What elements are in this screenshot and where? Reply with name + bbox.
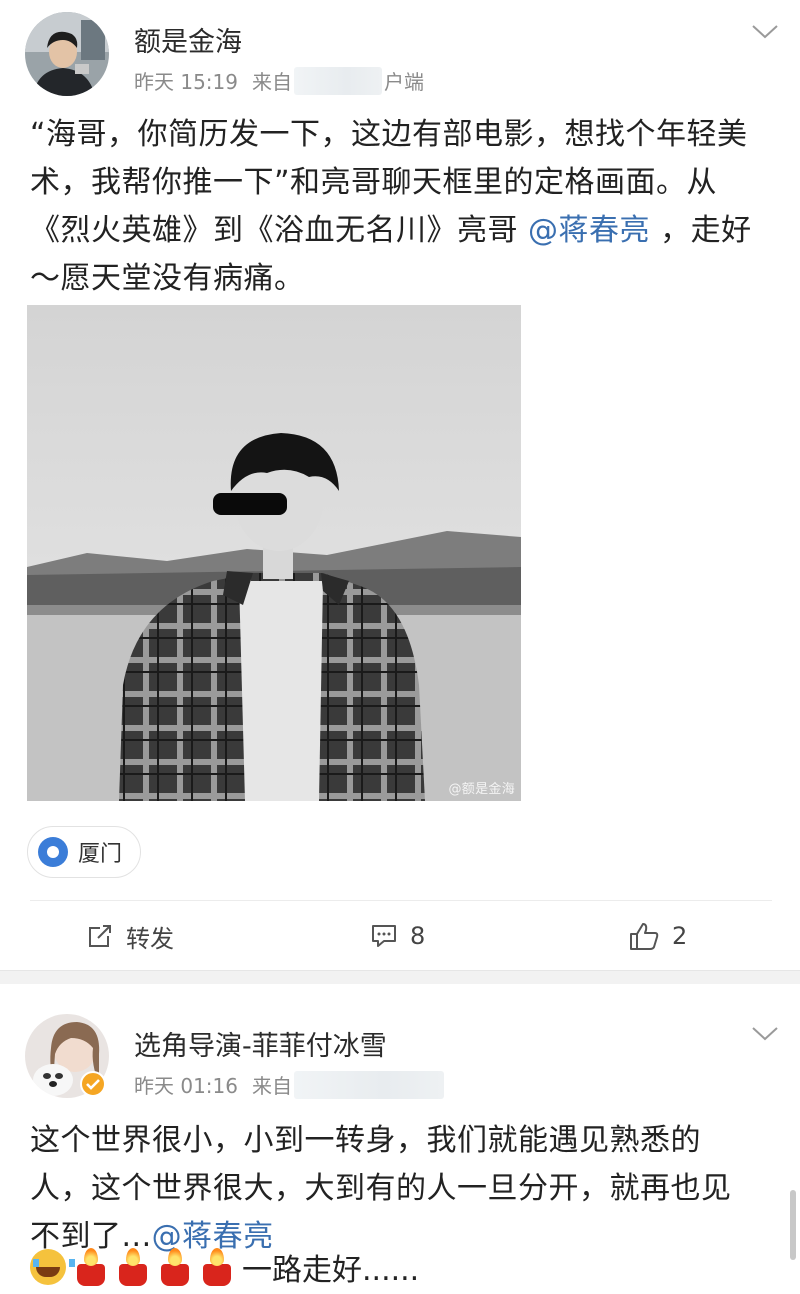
avatar[interactable]	[25, 12, 109, 96]
candle-icon	[116, 1248, 150, 1286]
scrollbar[interactable]	[790, 1190, 796, 1260]
thumbs-up-icon	[630, 923, 659, 950]
emoji-line: 一路走好......	[30, 1247, 420, 1288]
post-photo[interactable]: @额是金海	[27, 305, 521, 801]
text-line: 《烈火英雄》到《浴血无名川》亮哥 @蒋春亮 ，走好	[30, 207, 780, 255]
username[interactable]: 选角导演-菲菲付冰雪	[134, 1024, 387, 1063]
action-bar: 转发 8 2	[0, 905, 800, 967]
repost-label: 转发	[126, 924, 174, 953]
text-line: ～愿天堂没有病痛。	[30, 261, 305, 296]
text-segment: ，走好	[650, 213, 752, 248]
blurred-source	[294, 66, 382, 95]
source-prefix: 来自	[252, 70, 292, 94]
text-line: “海哥，你简历发一下，这边有部电影，想找个年轻美	[30, 117, 748, 152]
source-suffix: 户端	[384, 70, 424, 94]
cry-face-icon	[30, 1249, 75, 1285]
username[interactable]: 额是金海	[134, 20, 242, 59]
photo-watermark: @额是金海	[448, 782, 515, 797]
divider	[30, 900, 772, 901]
like-count: 2	[672, 922, 688, 950]
post-text: 这个世界很小，小到一转身，我们就能遇见熟悉的 人，这个世界很大，大到有的人一旦分…	[30, 1117, 780, 1261]
chevron-down-icon[interactable]	[750, 22, 780, 42]
chevron-down-icon[interactable]	[750, 1024, 780, 1044]
post-time: 昨天 01:16	[134, 1074, 238, 1098]
like-button[interactable]: 2	[628, 919, 687, 953]
weibo-post-1: 额是金海 昨天 15:19 来自 户端 “海哥，你简历发一下，这边有部电影，想找…	[0, 0, 800, 970]
location-pin-icon	[38, 837, 68, 867]
candle-icon	[74, 1248, 108, 1286]
post-text: “海哥，你简历发一下，这边有部电影，想找个年轻美 术，我帮你推一下”和亮哥聊天框…	[30, 111, 780, 303]
candle-icon	[200, 1248, 234, 1286]
text-line: 人，这个世界很大，大到有的人一旦分开，就再也见	[30, 1171, 732, 1206]
location-label: 厦门	[78, 842, 123, 867]
post-separator	[0, 970, 800, 984]
comment-button[interactable]: 8	[370, 919, 425, 953]
verified-badge-icon	[80, 1071, 106, 1097]
blurred-source	[294, 1070, 444, 1099]
source-prefix: 来自	[252, 1074, 292, 1098]
text-line: 这个世界很小，小到一转身，我们就能遇见熟悉的	[30, 1123, 701, 1158]
location-tag[interactable]: 厦门	[27, 826, 142, 878]
emoji-tail-text: 一路走好......	[242, 1253, 420, 1288]
post-time: 昨天 15:19	[134, 70, 238, 94]
post-meta: 昨天 01:16 来自	[134, 1070, 446, 1099]
text-line: 术，我帮你推一下”和亮哥聊天框里的定格画面。从	[30, 165, 718, 200]
repost-icon	[89, 925, 111, 947]
repost-button[interactable]: 转发	[86, 919, 174, 953]
post-meta: 昨天 15:19 来自 户端	[134, 66, 424, 95]
comment-count: 8	[410, 922, 426, 950]
comment-icon	[372, 925, 396, 947]
mention-link[interactable]: @蒋春亮	[528, 213, 650, 248]
candle-icon	[158, 1248, 192, 1286]
text-segment: 《烈火英雄》到《浴血无名川》亮哥	[30, 213, 529, 248]
